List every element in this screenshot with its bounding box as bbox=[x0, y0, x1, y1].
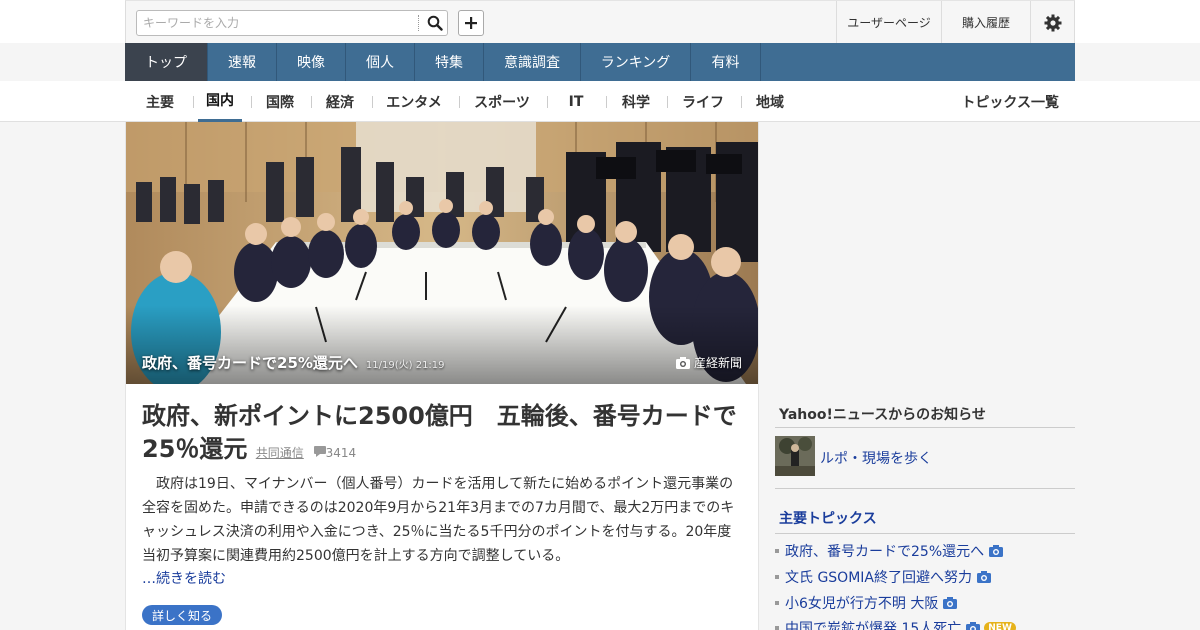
search-button[interactable] bbox=[423, 12, 447, 34]
search-icon bbox=[427, 15, 443, 31]
bullet bbox=[775, 626, 779, 630]
cabinet-meeting-photo bbox=[126, 122, 758, 384]
notice-thumbnail bbox=[775, 436, 815, 476]
notice-item[interactable]: ルポ・現場を歩く bbox=[775, 435, 1075, 489]
search-input[interactable] bbox=[143, 13, 413, 33]
camera-icon bbox=[977, 571, 991, 583]
hero-title: 政府、番号カードで25%還元へ bbox=[142, 354, 358, 372]
hero-source-label: 産経新聞 bbox=[693, 356, 742, 370]
category-divider bbox=[193, 96, 194, 108]
learn-more-button[interactable]: 詳しく知る bbox=[142, 605, 223, 625]
main-article-column: 政府、番号カードで25%還元へ 11/19(火) 21:19 産経新聞 政府、新… bbox=[125, 122, 759, 630]
category-nav: 主要 国内 国際 経済 エンタメ スポーツ IT 科学 ライフ 地域 トピックス… bbox=[0, 81, 1200, 122]
camera-icon bbox=[989, 545, 1004, 557]
category-tab-sports[interactable]: スポーツ bbox=[466, 81, 538, 122]
topic-item[interactable]: 中国で炭鉱が爆発 15人死亡 NEW bbox=[775, 618, 1075, 630]
comment-icon bbox=[313, 446, 326, 457]
nav-tab-breaking[interactable]: 速報 bbox=[208, 43, 277, 81]
purchase-history-link[interactable]: 購入履歴 bbox=[941, 1, 1030, 44]
category-tab-life[interactable]: ライフ bbox=[674, 81, 732, 122]
sidebar: Yahoo!ニュースからのお知らせ ルポ・現場を歩く 主要トピックス 政府、番号… bbox=[775, 122, 1075, 630]
notice-item-label: ルポ・現場を歩く bbox=[820, 451, 932, 467]
read-more-link[interactable]: …続きを読む bbox=[142, 568, 226, 588]
settings-button[interactable] bbox=[1030, 1, 1075, 44]
camera-icon bbox=[675, 356, 690, 369]
category-tab-economy[interactable]: 経済 bbox=[317, 81, 363, 122]
topic-label: 文氏 GSOMIA終了回避へ努力 bbox=[785, 570, 972, 586]
category-divider bbox=[547, 96, 548, 108]
category-tab-it[interactable]: IT bbox=[556, 81, 596, 122]
category-tab-domestic[interactable]: 国内 bbox=[198, 81, 242, 122]
category-tab-science[interactable]: 科学 bbox=[614, 81, 658, 122]
top-utility-bar: ユーザーページ 購入履歴 bbox=[0, 0, 1200, 44]
bullet bbox=[775, 601, 779, 605]
top-utility-inner: ユーザーページ 購入履歴 bbox=[125, 0, 1075, 44]
notice-heading: Yahoo!ニュースからのお知らせ bbox=[775, 404, 1075, 428]
search-box bbox=[136, 10, 448, 36]
topic-item[interactable]: 小6女児が行方不明 大阪 bbox=[775, 593, 1075, 613]
nav-tab-top[interactable]: トップ bbox=[125, 43, 208, 81]
nav-tab-individual[interactable]: 個人 bbox=[346, 43, 415, 81]
reportage-photo bbox=[775, 436, 815, 476]
bullet bbox=[775, 549, 779, 553]
camera-icon bbox=[943, 597, 958, 609]
topic-label: 政府、番号カードで25%還元へ bbox=[785, 544, 985, 560]
category-divider bbox=[459, 96, 460, 108]
hero-image[interactable]: 政府、番号カードで25%還元へ 11/19(火) 21:19 産経新聞 bbox=[126, 122, 758, 384]
main-nav: トップ 速報 映像 個人 特集 意識調査 ランキング 有料 bbox=[125, 43, 1075, 81]
category-divider bbox=[667, 96, 668, 108]
camera-icon bbox=[966, 622, 981, 630]
category-divider bbox=[606, 96, 607, 108]
article-headline: 政府、新ポイントに2500億円 五輪後、番号カードで25％還元 共同通信 341… bbox=[142, 400, 742, 470]
hero-source: 産経新聞 bbox=[675, 354, 742, 371]
plus-icon bbox=[465, 17, 477, 29]
gear-icon bbox=[1044, 14, 1062, 31]
main-topics-heading[interactable]: 主要トピックス bbox=[775, 508, 1075, 534]
article-meta: 共同通信 3414 bbox=[256, 446, 356, 460]
new-badge: NEW bbox=[984, 622, 1016, 630]
hero-caption: 政府、番号カードで25%還元へ 11/19(火) 21:19 bbox=[142, 352, 445, 373]
category-divider bbox=[311, 96, 312, 108]
nav-tab-video[interactable]: 映像 bbox=[277, 43, 346, 81]
category-tab-main[interactable]: 主要 bbox=[137, 81, 183, 122]
nav-tab-paid[interactable]: 有料 bbox=[691, 43, 761, 81]
topic-label: 小6女児が行方不明 大阪 bbox=[785, 596, 939, 612]
nav-tab-features[interactable]: 特集 bbox=[415, 43, 484, 81]
comment-count[interactable]: 3414 bbox=[326, 446, 357, 460]
topic-label: 中国で炭鉱が爆発 15人死亡 bbox=[785, 621, 962, 630]
hero-timestamp: 11/19(火) 21:19 bbox=[365, 360, 445, 371]
nav-tab-survey[interactable]: 意識調査 bbox=[484, 43, 581, 81]
category-divider bbox=[251, 96, 252, 108]
category-tab-local[interactable]: 地域 bbox=[748, 81, 792, 122]
category-divider bbox=[372, 96, 373, 108]
topic-item[interactable]: 文氏 GSOMIA終了回避へ努力 bbox=[775, 567, 1075, 587]
article-summary: 政府は19日、マイナンバー（個人番号）カードを活用して新たに始めるポイント還元事… bbox=[142, 476, 735, 564]
article-title: 政府、新ポイントに2500億円 五輪後、番号カードで25％還元 bbox=[142, 402, 737, 463]
topics-list-link[interactable]: トピックス一覧 bbox=[961, 81, 1059, 122]
category-divider bbox=[741, 96, 742, 108]
topic-item[interactable]: 政府、番号カードで25%還元へ bbox=[775, 541, 1075, 561]
search-divider bbox=[418, 15, 419, 31]
bullet bbox=[775, 575, 779, 579]
category-tab-entertainment[interactable]: エンタメ bbox=[379, 81, 449, 122]
user-page-link[interactable]: ユーザーページ bbox=[836, 1, 941, 44]
article-source-link[interactable]: 共同通信 bbox=[256, 446, 304, 460]
category-tab-international[interactable]: 国際 bbox=[257, 81, 303, 122]
nav-tab-ranking[interactable]: ランキング bbox=[581, 43, 691, 81]
add-button[interactable] bbox=[458, 10, 484, 36]
